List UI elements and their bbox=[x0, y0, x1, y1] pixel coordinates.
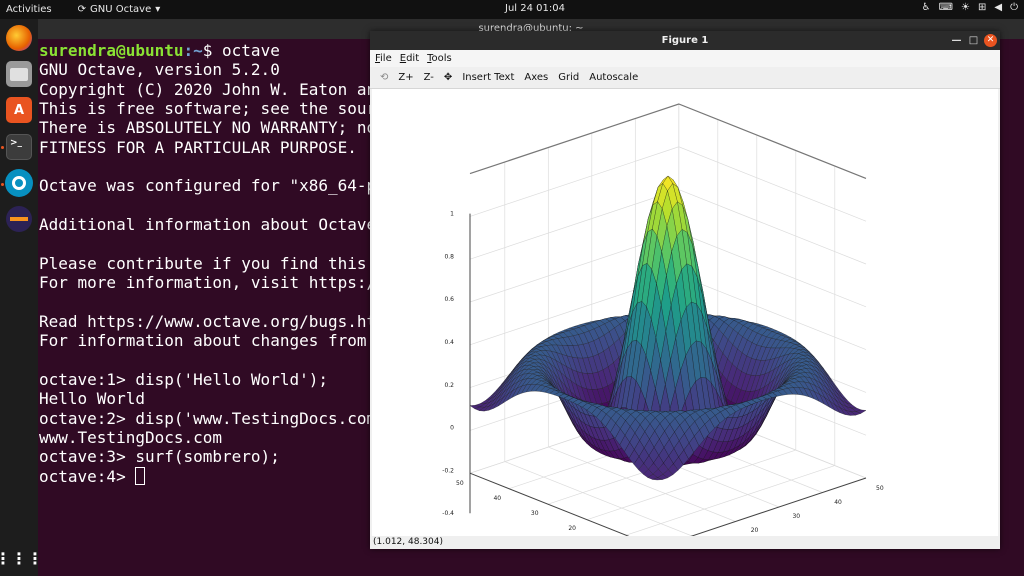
y-tick-label: 50 bbox=[456, 480, 464, 487]
terminal-line: FITNESS FOR A PARTICULAR PURPOSE. bbox=[39, 137, 357, 157]
rotate-icon[interactable]: ⟲ bbox=[380, 72, 388, 83]
accessibility-icon[interactable]: ♿ bbox=[922, 2, 931, 13]
octave-app-icon: ⟳ bbox=[77, 4, 87, 15]
terminal-line: Please contribute if you find this bbox=[39, 253, 367, 273]
z-tick-label: 0.6 bbox=[444, 296, 454, 303]
figure-toolbar: ⟲ Z+ Z- ✥ Insert Text Axes Grid Autoscal… bbox=[370, 67, 1000, 89]
insert-text-button[interactable]: Insert Text bbox=[462, 72, 514, 83]
terminal-line: For more information, visit https:/ bbox=[39, 273, 377, 293]
terminal-line: There is ABSOLUTELY NO WARRANTY; no bbox=[39, 118, 377, 138]
activities-button[interactable]: Activities bbox=[6, 4, 52, 15]
terminal-line: Octave was configured for "x86_64-p bbox=[39, 176, 377, 196]
z-tick-label: 0.8 bbox=[444, 253, 454, 260]
grid-line bbox=[469, 103, 867, 179]
clock[interactable]: Jul 24 01:04 bbox=[505, 3, 565, 14]
terminal-lines: GNU Octave, version 5.2.0 Copyright (C) … bbox=[39, 60, 376, 466]
active-indicator bbox=[1, 183, 4, 186]
terminal-line: Additional information about Octave bbox=[39, 215, 377, 235]
x-tick-label: 30 bbox=[792, 513, 800, 520]
prompt-command: $ octave bbox=[202, 41, 280, 60]
terminal-line: Hello World bbox=[39, 389, 145, 409]
eclipse-icon[interactable] bbox=[6, 206, 32, 232]
grid-button[interactable]: Grid bbox=[558, 72, 579, 83]
terminal-line: GNU Octave, version 5.2.0 bbox=[39, 60, 280, 80]
prompt-user: surendra@ubuntu bbox=[39, 41, 184, 60]
files-icon[interactable] bbox=[6, 61, 32, 87]
y-tick-label: 20 bbox=[568, 525, 576, 532]
menu-tools[interactable]: Tools bbox=[427, 53, 452, 64]
z-tick-label: 0.4 bbox=[444, 339, 454, 346]
terminal-line: octave:1> disp('Hello World'); bbox=[39, 369, 328, 389]
axes-button[interactable]: Axes bbox=[524, 72, 548, 83]
terminal-line: Read https://www.octave.org/bugs.ht bbox=[39, 311, 377, 331]
close-icon[interactable]: ✕ bbox=[984, 34, 997, 47]
terminal-line: This is free software; see the sour bbox=[39, 99, 377, 119]
terminal-icon[interactable]: >_ bbox=[6, 134, 32, 160]
terminal-line: For information about changes from bbox=[39, 331, 367, 351]
chevron-down-icon: ▾ bbox=[155, 4, 161, 15]
y-tick-label: 30 bbox=[531, 510, 539, 517]
firefox-icon[interactable] bbox=[6, 25, 32, 51]
octave-icon[interactable] bbox=[5, 169, 33, 197]
system-tray[interactable]: ♿ ⌨ ☀ ⊞ ◀ ⏻ bbox=[922, 2, 1018, 13]
figure-title: Figure 1 bbox=[661, 35, 709, 46]
figure-window[interactable]: Figure 1 — □ ✕ File Edit Tools ⟲ Z+ Z- ✥… bbox=[370, 31, 1000, 562]
terminal-line: octave:2> disp('www.TestingDocs.com bbox=[39, 408, 377, 428]
power-icon[interactable]: ⏻ bbox=[1010, 2, 1018, 13]
text-cursor bbox=[135, 466, 146, 485]
status-bar: (1.012, 48.304) bbox=[370, 536, 1000, 549]
zoom-out-button[interactable]: Z- bbox=[424, 72, 434, 83]
z-tick-label: 0.2 bbox=[444, 382, 454, 389]
brightness-icon[interactable]: ☀ bbox=[961, 2, 970, 13]
terminal-line: www.TestingDocs.com bbox=[39, 427, 223, 447]
z-tick-label: 1 bbox=[450, 211, 454, 218]
volume-icon[interactable]: ◀ bbox=[994, 2, 1002, 13]
active-indicator bbox=[1, 146, 4, 149]
network-icon[interactable]: ⊞ bbox=[978, 2, 986, 13]
z-tick-label: 0 bbox=[450, 425, 454, 432]
grid-icon[interactable]: ⋮⋮⋮ bbox=[0, 545, 43, 571]
x-tick-label: 20 bbox=[751, 527, 759, 534]
figure-titlebar[interactable]: Figure 1 — □ ✕ bbox=[370, 31, 1000, 50]
software-center-icon[interactable]: A bbox=[6, 97, 32, 123]
current-prompt: octave:4> bbox=[39, 466, 136, 486]
zoom-in-button[interactable]: Z+ bbox=[398, 72, 413, 83]
menu-file[interactable]: File bbox=[375, 53, 392, 64]
axis-box-edge bbox=[469, 103, 867, 179]
minimize-icon[interactable]: — bbox=[950, 34, 963, 47]
z-tick-label: -0.4 bbox=[442, 510, 454, 517]
maximize-icon[interactable]: □ bbox=[967, 34, 980, 47]
plot-canvas[interactable]: 10.80.60.40.20-0.2-0.4010203040500102030… bbox=[372, 89, 998, 562]
app-menu-label: GNU Octave bbox=[90, 4, 152, 15]
y-tick-label: 40 bbox=[493, 495, 501, 502]
menu-edit[interactable]: Edit bbox=[400, 53, 419, 64]
terminal-output[interactable]: surendra@ubuntu:~$ octave GNU Octave, ve… bbox=[39, 41, 376, 486]
dock: A >_ ⋮⋮⋮ bbox=[0, 19, 43, 576]
top-bar: Activities ⟳ GNU Octave ▾ Jul 24 01:04 ♿… bbox=[0, 0, 1024, 19]
figure-menubar: File Edit Tools bbox=[370, 50, 1000, 67]
keyboard-icon[interactable]: ⌨ bbox=[939, 2, 953, 13]
app-menu[interactable]: ⟳ GNU Octave ▾ bbox=[78, 4, 161, 15]
terminal-line: Copyright (C) 2020 John W. Eaton an bbox=[39, 79, 377, 99]
autoscale-button[interactable]: Autoscale bbox=[589, 72, 638, 83]
surface-plot[interactable]: 10.80.60.40.20-0.2-0.4010203040500102030… bbox=[372, 89, 998, 562]
x-tick-label: 50 bbox=[876, 485, 884, 492]
z-tick-label: -0.2 bbox=[442, 467, 454, 474]
prompt-path: :~ bbox=[183, 41, 203, 60]
x-tick-label: 40 bbox=[834, 499, 842, 506]
terminal-line: octave:3> surf(sombrero); bbox=[39, 447, 280, 467]
pan-icon[interactable]: ✥ bbox=[444, 72, 452, 83]
